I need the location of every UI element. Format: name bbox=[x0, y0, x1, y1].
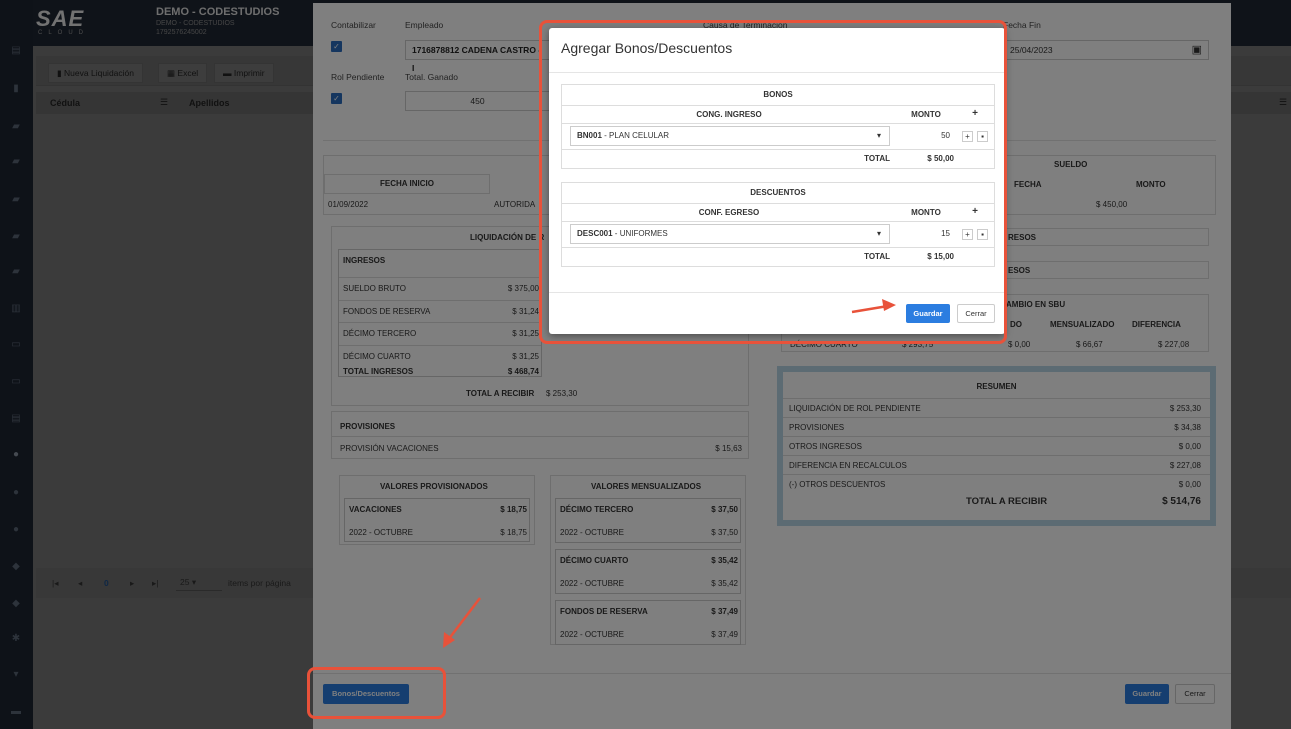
arrow-to-bonos-button bbox=[443, 597, 481, 648]
annotation-arrows bbox=[443, 299, 896, 648]
arrow-to-guardar bbox=[851, 299, 896, 314]
